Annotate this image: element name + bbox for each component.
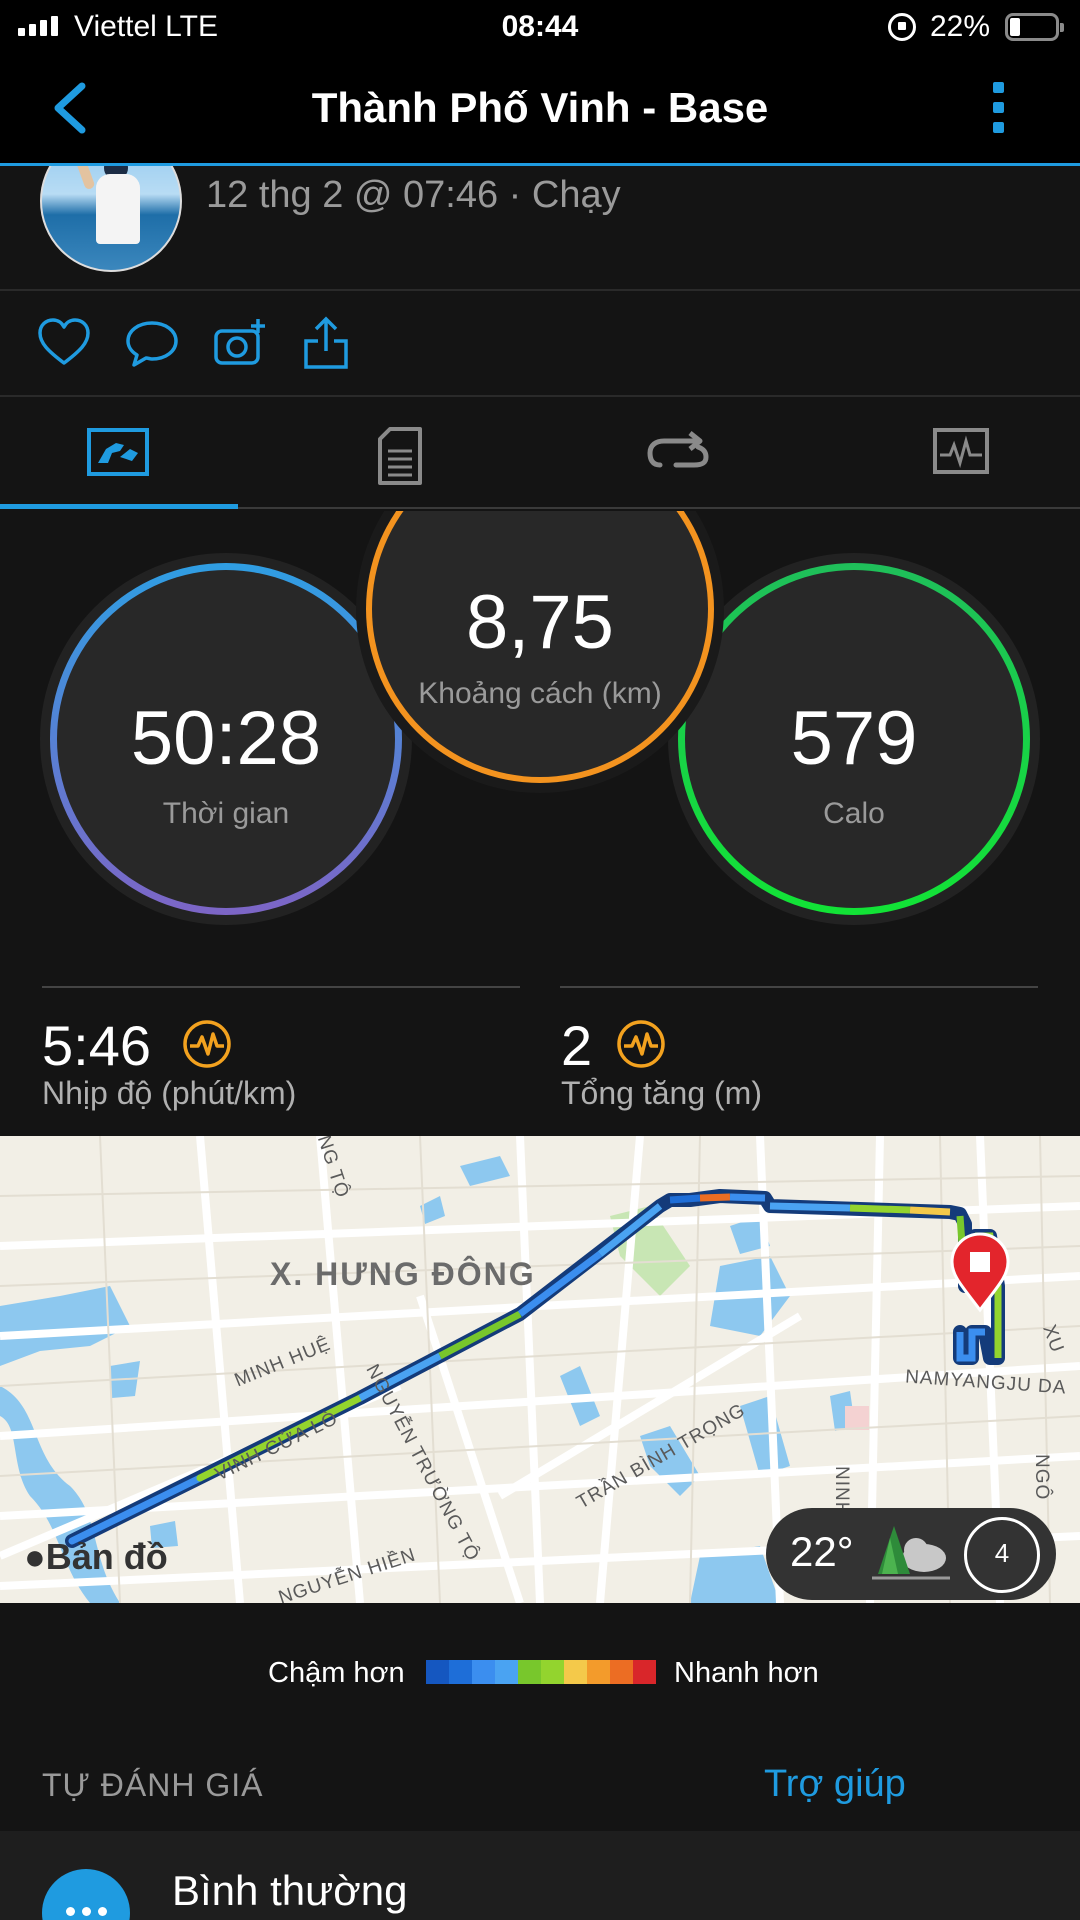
legend-slow-label: Chậm hơn	[268, 1657, 405, 1689]
legend-swatch	[564, 1660, 587, 1684]
comment-icon[interactable]	[124, 315, 180, 371]
legend-swatch	[426, 1660, 449, 1684]
legend-swatch	[587, 1660, 610, 1684]
page-title: Thành Phố Vinh - Base	[311, 84, 769, 131]
map-attribution[interactable]: ●Bản đồ	[24, 1536, 168, 1578]
legend-swatch	[449, 1660, 472, 1684]
legend-swatch	[633, 1660, 656, 1684]
pace-color-scale	[426, 1660, 656, 1684]
distance-label: Khoảng cách (km)	[418, 677, 662, 710]
pace-value: 5:46	[42, 1014, 151, 1077]
app-header: Thành Phố Vinh - Base	[0, 54, 1080, 166]
divider	[560, 986, 1038, 988]
weather-widget[interactable]: 22° 4	[766, 1508, 1056, 1600]
elevation-label: Tổng tăng (m)	[561, 1075, 762, 1111]
temperature: 22°	[790, 1528, 854, 1575]
add-photo-icon[interactable]	[212, 315, 268, 371]
map-district-label: X. HƯNG ĐÔNG	[270, 1256, 536, 1292]
street-label: NGÔ	[1031, 1454, 1052, 1501]
tab-summary[interactable]	[0, 397, 238, 509]
status-time: 08:44	[501, 10, 579, 43]
distance-value: 8,75	[466, 580, 614, 665]
charts-tab-icon	[933, 428, 989, 474]
stats-panel: 50:28 Thời gian 579 Calo 8,75 Khoảng các…	[0, 511, 1080, 1136]
activity-owner-row: 12 thg 2 @ 07:46 · Chạy	[0, 166, 1080, 291]
like-heart-icon[interactable]	[36, 315, 92, 371]
legend-swatch	[518, 1660, 541, 1684]
divider	[42, 986, 520, 988]
legend-fast-label: Nhanh hơn	[674, 1657, 819, 1689]
feeling-value: Bình thường	[172, 1867, 408, 1914]
action-bar	[0, 291, 1080, 397]
help-link[interactable]: Trợ giúp	[764, 1763, 906, 1806]
activity-meta: 12 thg 2 @ 07:46 · Chạy	[206, 174, 621, 216]
heart-rate-icon	[617, 1020, 665, 1068]
pace-label: Nhịp độ (phút/km)	[42, 1075, 297, 1111]
share-icon[interactable]	[298, 315, 354, 371]
battery-percent: 22%	[930, 10, 991, 43]
legend-swatch	[541, 1660, 564, 1684]
feeling-row[interactable]: Bình thường	[0, 1831, 1080, 1920]
status-bar: Viettel LTE 08:44 22%	[0, 0, 1080, 54]
battery-icon	[1005, 13, 1064, 41]
legend-swatch	[495, 1660, 518, 1684]
heart-rate-icon	[183, 1020, 231, 1068]
legend-swatch	[610, 1660, 633, 1684]
route-map[interactable]: X. HƯNG ĐÔNG NG TỘ MINH HUỆ VINH CỬA LÒ …	[0, 1136, 1080, 1603]
tab-charts[interactable]	[810, 397, 1080, 509]
calories-label: Calo	[823, 797, 885, 830]
details-tab-icon	[378, 427, 422, 485]
avatar[interactable]	[40, 166, 182, 272]
tab-details[interactable]	[270, 397, 540, 509]
pace-legend: Chậm hơn Nhanh hơn	[0, 1603, 1080, 1743]
legend-swatch	[472, 1660, 495, 1684]
summary-tab-icon	[87, 428, 149, 476]
apple-logo-icon: ●	[24, 1536, 46, 1577]
tab-laps[interactable]	[540, 397, 810, 509]
self-evaluation-title: TỰ ĐÁNH GIÁ	[42, 1767, 264, 1803]
rotation-lock-icon	[888, 13, 916, 41]
more-options-icon[interactable]	[988, 82, 1008, 140]
weather-tree-cloud-icon	[872, 1526, 950, 1580]
laps-tab-icon	[647, 431, 709, 468]
map-compass[interactable]: 4	[964, 1517, 1040, 1593]
activity-tabs	[0, 397, 1080, 509]
time-label: Thời gian	[162, 797, 290, 830]
neutral-face-icon	[42, 1869, 130, 1920]
self-evaluation-header: TỰ ĐÁNH GIÁ Trợ giúp	[0, 1743, 1080, 1831]
elevation-value: 2	[561, 1014, 593, 1077]
